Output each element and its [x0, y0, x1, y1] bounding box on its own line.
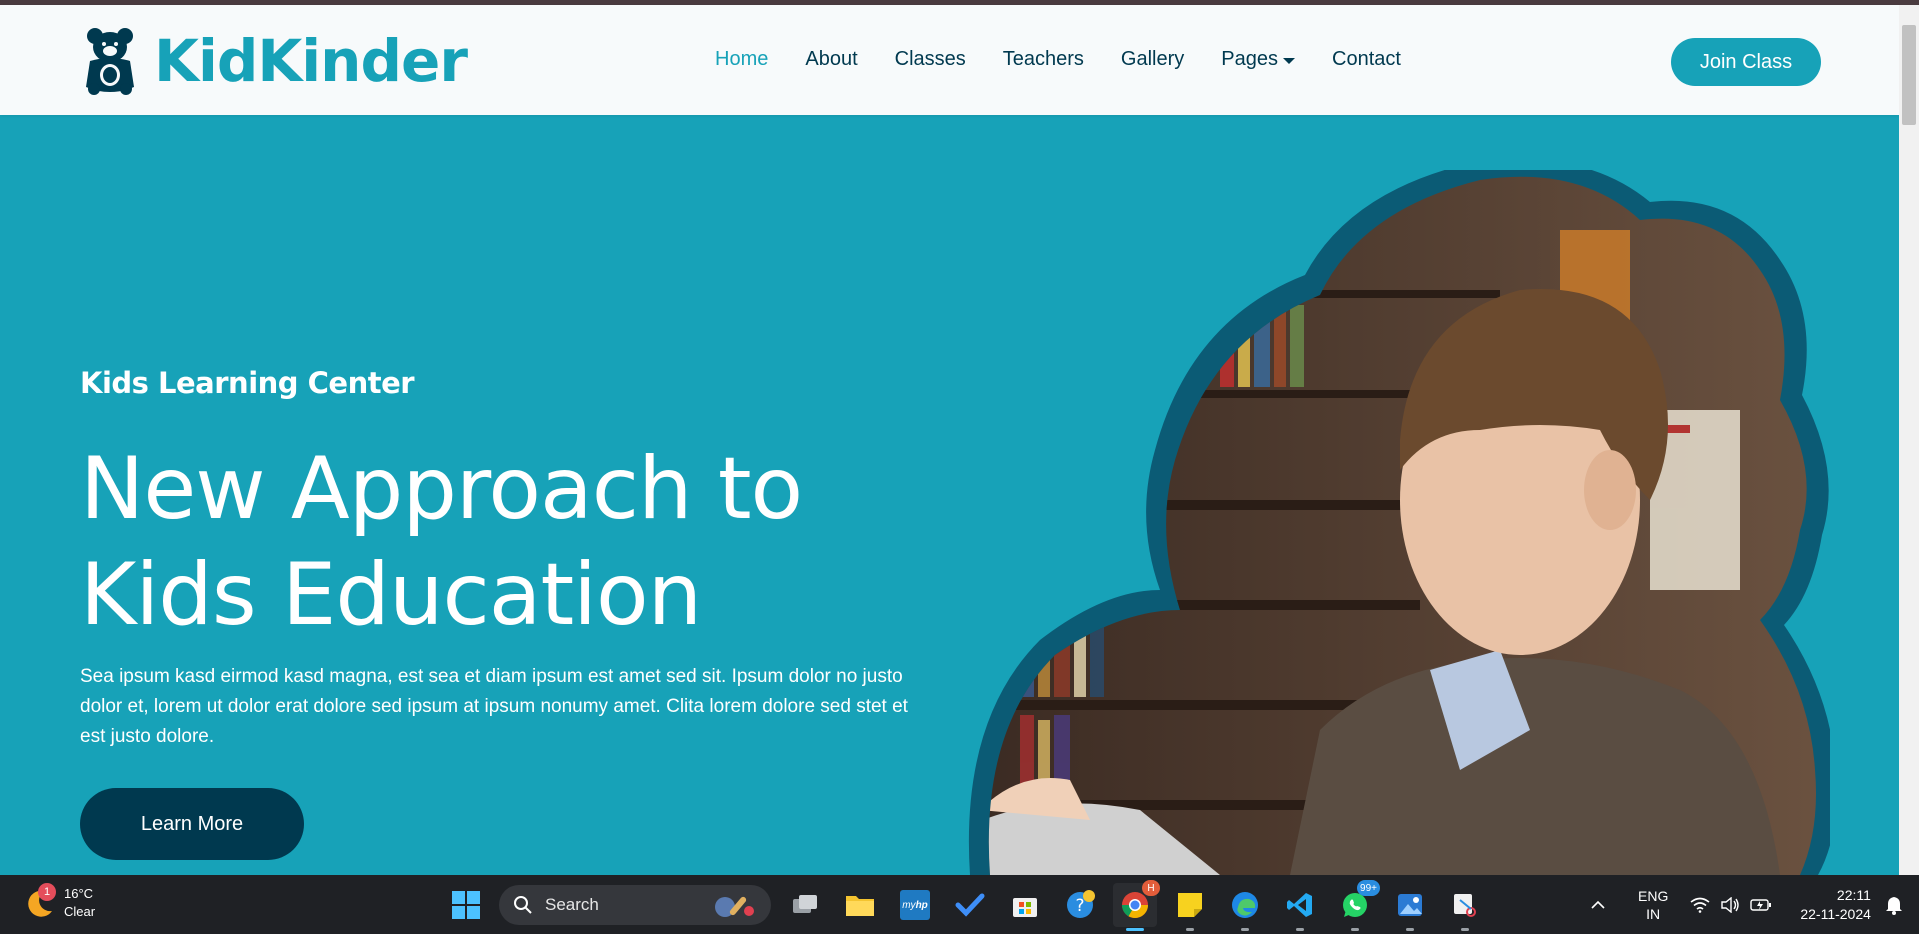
nav-pages-dropdown[interactable]: Pages [1221, 48, 1295, 71]
chrome-button[interactable]: H [1113, 880, 1160, 931]
weather-temp: 16°C [64, 886, 94, 901]
whatsapp-badge: 99+ [1357, 880, 1380, 896]
chevron-up-icon [1591, 900, 1605, 909]
hero-description: Sea ipsum kasd eirmod kasd magna, est se… [80, 666, 908, 747]
show-hidden-icons-button[interactable] [1590, 900, 1606, 910]
wifi-icon[interactable] [1690, 897, 1710, 913]
scrollbar-thumb[interactable] [1902, 25, 1916, 125]
notifications-button[interactable] [1885, 895, 1903, 915]
site-header: KidKinder Home About Classes Teachers Ga… [0, 5, 1899, 115]
clock-date: 22-11-2024 [1800, 906, 1871, 922]
system-tray: ENG IN 22:11 22-11-2024 [1590, 885, 1913, 925]
nav-classes[interactable]: Classes [895, 48, 966, 71]
sticky-notes-button[interactable] [1168, 883, 1212, 931]
task-view-button[interactable] [783, 883, 827, 927]
bell-icon [1885, 897, 1902, 915]
vscode-button[interactable] [1278, 883, 1322, 931]
hero-subtitle: Kids Learning Center [80, 366, 415, 400]
language-code: ENG [1638, 888, 1669, 904]
nav-pages-label: Pages [1221, 48, 1278, 70]
taskbar-search[interactable]: Search [499, 885, 771, 925]
task-view-icon [793, 895, 817, 913]
snipping-tool-button[interactable] [1443, 883, 1487, 931]
folder-icon [846, 896, 874, 916]
nav-home[interactable]: Home [715, 48, 768, 71]
nav-about[interactable]: About [805, 48, 857, 71]
todo-button[interactable] [948, 883, 992, 927]
volume-icon[interactable] [1720, 897, 1740, 913]
page-scrollbar[interactable] [1899, 5, 1919, 875]
start-button[interactable] [444, 883, 488, 927]
search-highlight-icon [715, 896, 754, 917]
nav-contact[interactable]: Contact [1332, 48, 1401, 71]
nav-teachers[interactable]: Teachers [1003, 48, 1084, 71]
edge-icon [1232, 892, 1258, 918]
svg-text:?: ? [1075, 896, 1084, 916]
windows-icon [452, 891, 480, 919]
search-icon [514, 896, 532, 914]
myhp-icon: my hp [900, 890, 930, 920]
weather-condition: Clear [64, 904, 96, 919]
nav-gallery[interactable]: Gallery [1121, 48, 1184, 71]
windows-taskbar: 1 16°C Clear Search my hp ? H 99+ ENG IN… [0, 875, 1919, 934]
main-nav: Home About Classes Teachers Gallery Page… [715, 48, 1438, 71]
clock-time: 22:11 [1836, 887, 1871, 903]
region-code: IN [1646, 906, 1661, 922]
boy-reading-photo [968, 170, 1830, 875]
teddy-bear-icon [86, 28, 134, 95]
join-class-button[interactable]: Join Class [1671, 38, 1821, 86]
weather-badge: 1 [38, 883, 56, 901]
get-help-button[interactable]: ? [1058, 883, 1102, 927]
vscode-icon [1287, 893, 1312, 917]
hero-title: New Approach to Kids Education [80, 439, 803, 645]
clock[interactable]: 22:11 22-11-2024 [1800, 886, 1871, 924]
scissors-icon [1454, 894, 1476, 917]
brand-name: KidKinder [154, 27, 468, 95]
search-label: Search [545, 895, 599, 914]
whatsapp-button[interactable]: 99+ [1333, 880, 1380, 931]
checkmark-icon [955, 893, 985, 917]
store-button[interactable] [1003, 883, 1047, 927]
battery-icon[interactable] [1750, 898, 1772, 912]
myhp-button[interactable]: my hp [893, 883, 937, 927]
language-indicator[interactable]: ENG IN [1638, 887, 1668, 923]
brand-logo[interactable]: KidKinder [84, 25, 468, 97]
learn-more-button[interactable]: Learn More [80, 788, 304, 860]
file-explorer-button[interactable] [838, 883, 882, 927]
edge-button[interactable] [1223, 883, 1267, 931]
store-icon [1013, 898, 1037, 917]
photos-icon [1398, 894, 1422, 916]
photos-button[interactable] [1388, 883, 1432, 931]
help-icon: ? [1067, 890, 1095, 918]
chrome-profile-badge: H [1142, 880, 1160, 896]
caret-down-icon [1283, 57, 1295, 64]
moon-icon: 1 [24, 883, 56, 919]
sticky-note-icon [1178, 893, 1202, 917]
weather-widget[interactable]: 1 16°C Clear [24, 883, 96, 921]
